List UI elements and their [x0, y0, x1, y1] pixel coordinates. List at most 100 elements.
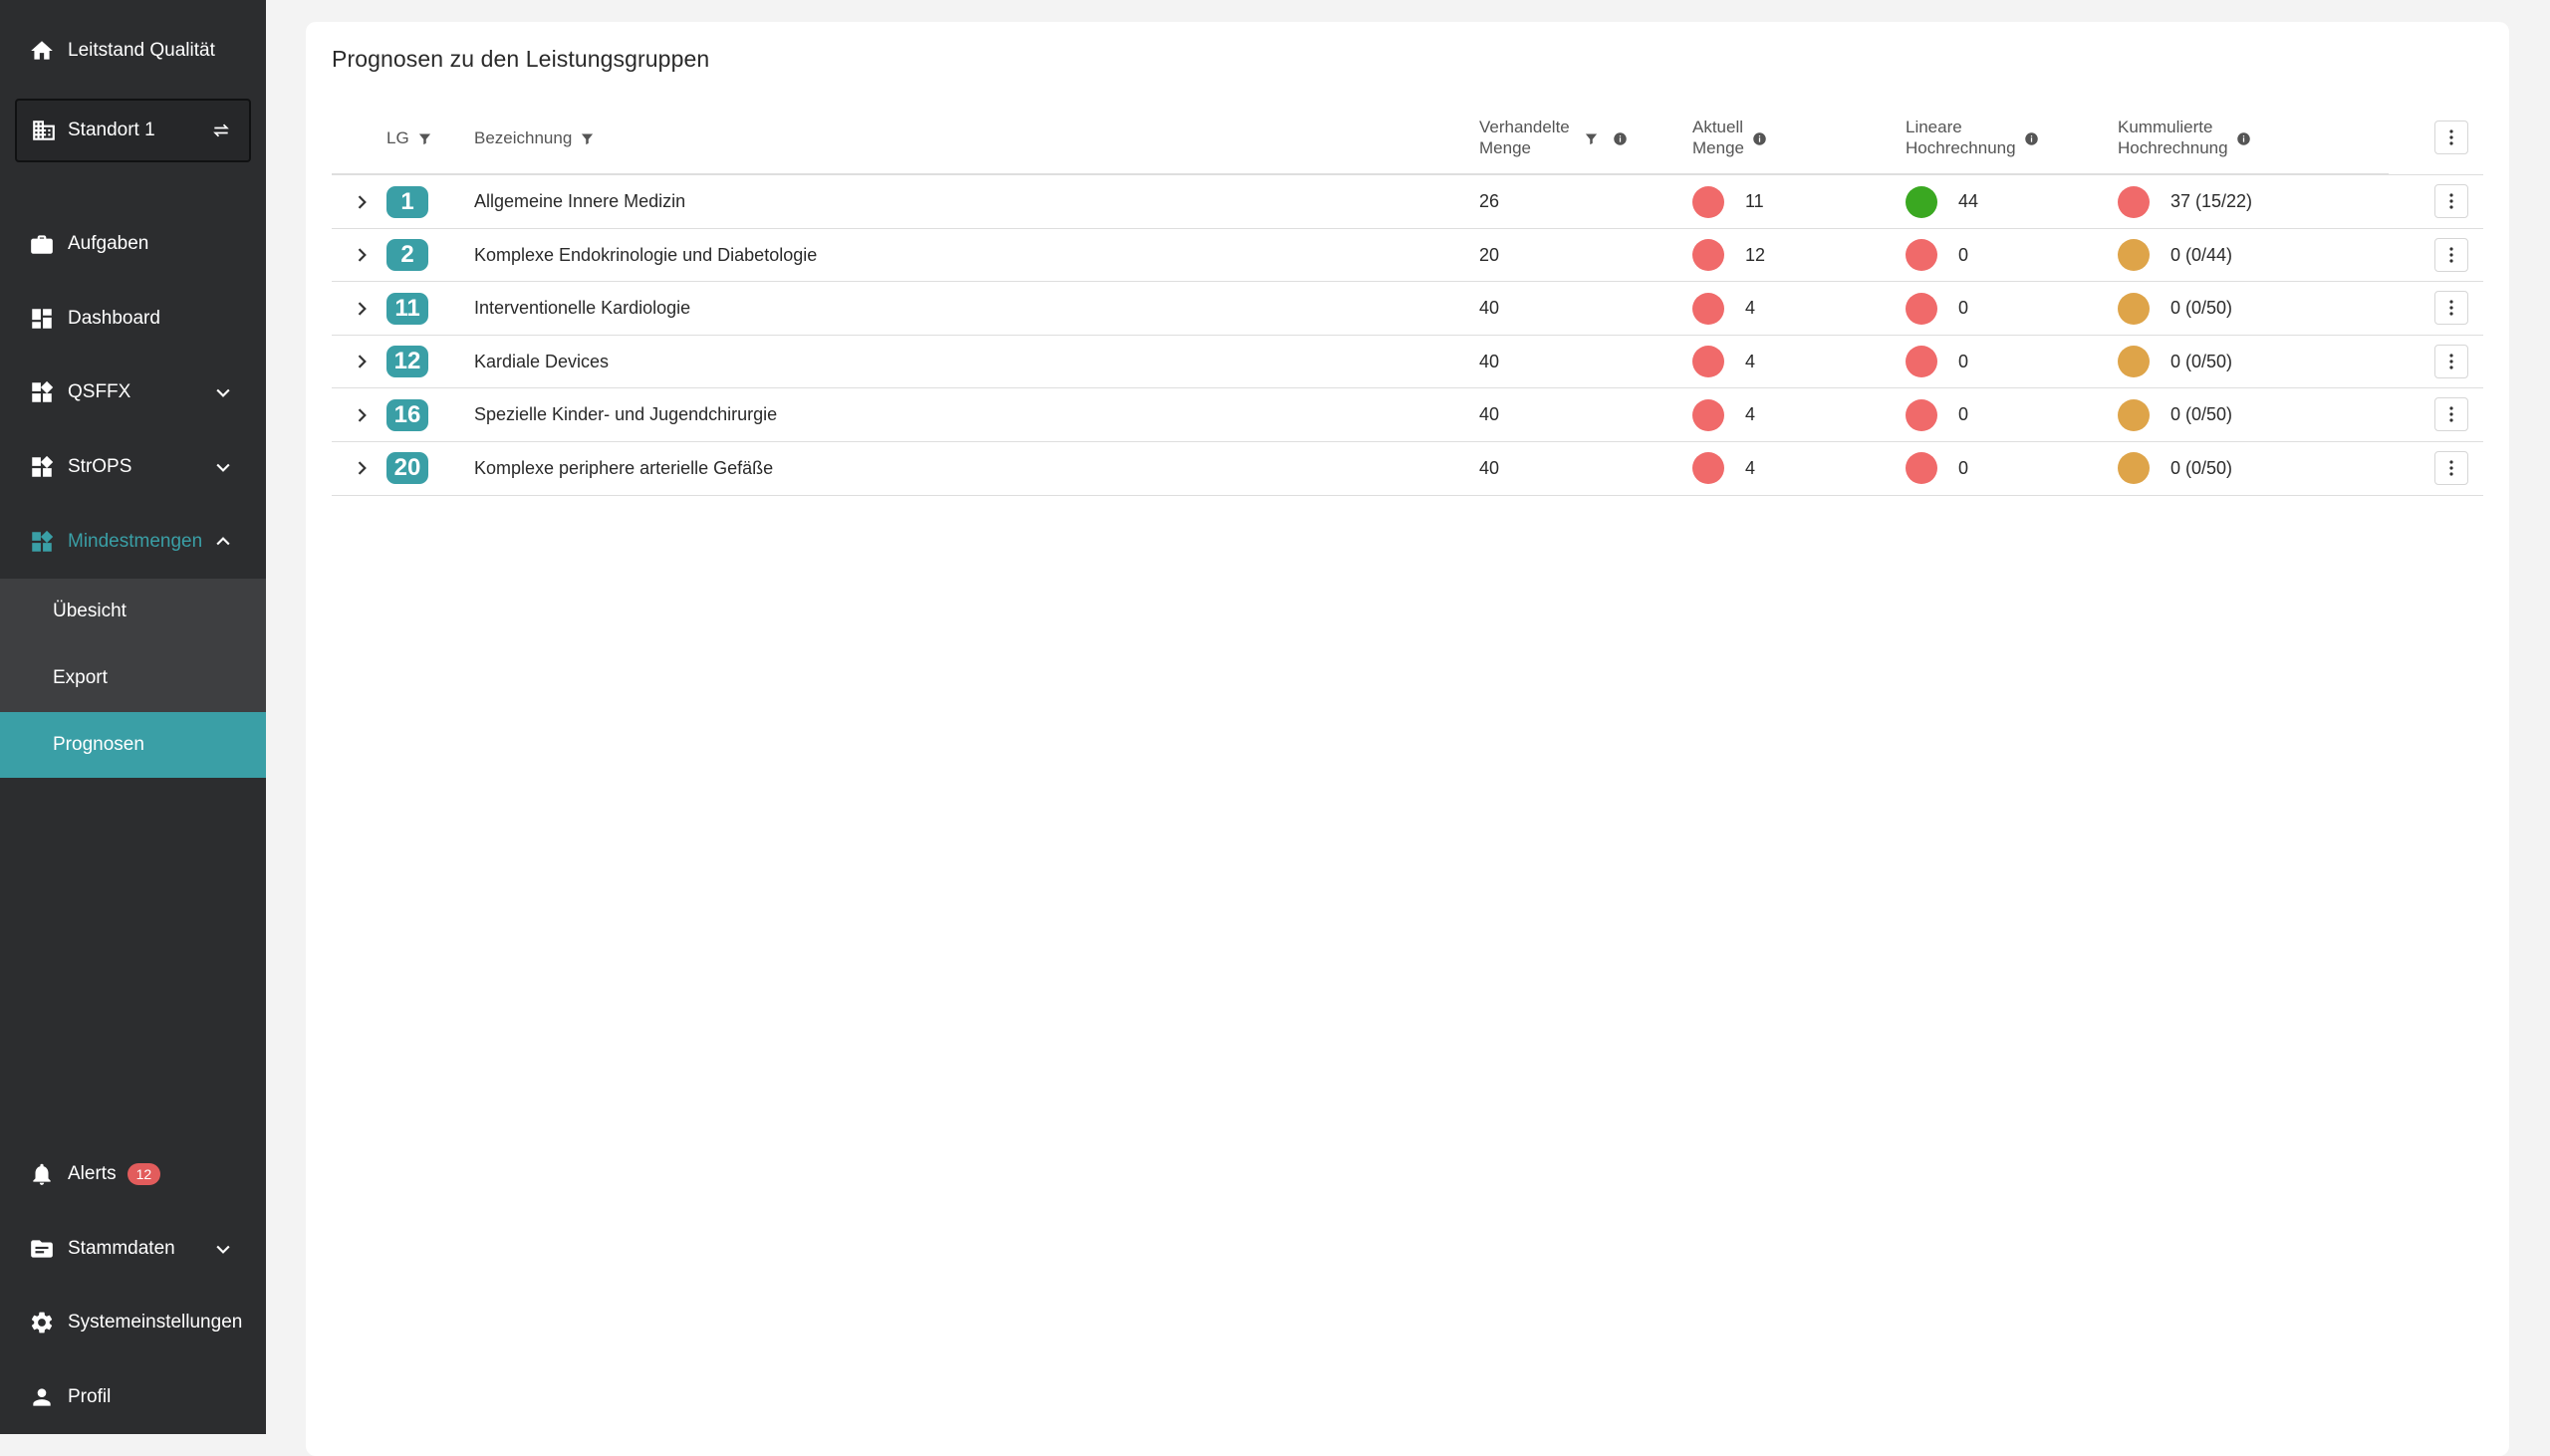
aktuell-value: 4 — [1745, 298, 1756, 318]
table-row[interactable]: 20 Komplexe periphere arterielle Gefäße … — [332, 440, 2483, 496]
linear-value: 44 — [1958, 191, 1979, 211]
kumm-value: 0 (0/50) — [2170, 457, 2233, 478]
column-header-bezeichnung[interactable]: Bezeichnung — [474, 102, 595, 173]
verhandelte-menge-cell: 20 — [1479, 244, 1500, 265]
column-label-line1: Verhandelte — [1479, 118, 1570, 136]
linear-value: 0 — [1958, 244, 1969, 265]
kumm-value: 37 (15/22) — [2170, 191, 2253, 211]
sidebar-item-profil[interactable]: Profil — [0, 1364, 266, 1430]
sidebar-item-label: StrOPS — [68, 456, 132, 477]
kummulierte-hochrechnung-cell: 0 (0/50) — [2118, 282, 2232, 335]
bezeichnung-cell: Interventionelle Kardiologie — [474, 298, 691, 318]
aktuell-value: 4 — [1745, 404, 1756, 424]
filter-icon[interactable] — [417, 130, 432, 145]
sidebar-item-alerts[interactable]: Alerts 12 — [0, 1141, 266, 1207]
sidebar-item-dashboard[interactable]: Dashboard — [0, 286, 266, 352]
sidebar-item-label: QSFFX — [68, 381, 131, 402]
row-options-button[interactable] — [2434, 184, 2468, 218]
sidebar-item-qsffx[interactable]: QSFFX — [0, 360, 266, 425]
bell-icon — [29, 1161, 55, 1187]
info-icon[interactable] — [2236, 130, 2251, 145]
column-label-line1: Kummulierte — [2118, 118, 2213, 136]
sidebar: Leitstand Qualität Standort 1 Aufgaben D… — [0, 0, 266, 1434]
linear-value: 0 — [1958, 351, 1969, 371]
filter-icon[interactable] — [580, 130, 595, 145]
aktuell-value: 4 — [1745, 457, 1756, 478]
widgets-icon — [29, 454, 55, 480]
column-header-lg[interactable]: LG — [386, 102, 432, 173]
expand-row-button[interactable] — [352, 175, 372, 228]
submenu-item-uebersicht[interactable]: Übesicht — [0, 579, 266, 644]
info-icon[interactable] — [2024, 130, 2039, 145]
expand-row-button[interactable] — [352, 336, 372, 388]
row-options-button[interactable] — [2434, 237, 2468, 272]
kummulierte-hochrechnung-cell: 0 (0/50) — [2118, 388, 2232, 441]
column-header-kummulierte-hochrechnung[interactable]: Kummulierte Hochrechnung — [2118, 102, 2251, 173]
row-options-button[interactable] — [2434, 291, 2468, 325]
column-header-aktuell-menge[interactable]: Aktuell Menge — [1692, 102, 1767, 173]
row-options-button[interactable] — [2434, 397, 2468, 431]
sidebar-item-systemeinstellungen[interactable]: Systemeinstellungen — [0, 1290, 266, 1355]
chevron-right-icon — [358, 355, 367, 368]
lineare-hochrechnung-cell: 0 — [1906, 336, 1968, 388]
column-header-verhandelte-menge[interactable]: Verhandelte Menge — [1479, 102, 1628, 173]
lg-cell: 16 — [386, 388, 428, 441]
status-dot — [1906, 239, 1937, 271]
expand-row-button[interactable] — [352, 442, 372, 495]
kumm-value: 0 (0/50) — [2170, 351, 2233, 371]
submenu-item-prognosen[interactable]: Prognosen — [0, 712, 266, 778]
submenu-item-label: Prognosen — [53, 734, 144, 755]
kummulierte-hochrechnung-cell: 0 (0/50) — [2118, 442, 2232, 495]
filter-icon[interactable] — [1584, 130, 1599, 145]
aktuell-menge-cell: 4 — [1692, 336, 1755, 388]
bezeichnung-cell: Spezielle Kinder- und Jugendchirurgie — [474, 404, 778, 424]
status-dot — [1692, 452, 1724, 484]
more-vert-icon — [2449, 406, 2453, 422]
status-dot — [2118, 185, 2150, 218]
expand-row-button[interactable] — [352, 388, 372, 441]
sidebar-item-mindestmengen[interactable]: Mindestmengen — [0, 509, 266, 575]
chevron-up-icon — [213, 532, 233, 552]
lg-badge: 20 — [386, 452, 428, 484]
table-row[interactable]: 16 Spezielle Kinder- und Jugendchirurgie… — [332, 387, 2483, 441]
sidebar-item-strops[interactable]: StrOPS — [0, 434, 266, 500]
lineare-hochrechnung-cell: 0 — [1906, 282, 1968, 335]
sidebar-item-stammdaten[interactable]: Stammdaten — [0, 1216, 266, 1282]
table-options-button[interactable] — [2434, 121, 2468, 154]
row-options-button[interactable] — [2434, 450, 2468, 485]
lg-badge: 11 — [386, 292, 428, 325]
widgets-icon — [29, 379, 55, 405]
sidebar-item-label: Mindestmengen — [68, 531, 203, 552]
location-switcher[interactable]: Standort 1 — [15, 99, 251, 162]
sidebar-item-aufgaben[interactable]: Aufgaben — [0, 211, 266, 277]
verhandelte-menge-cell: 26 — [1479, 191, 1500, 211]
status-dot — [1906, 346, 1937, 377]
info-icon[interactable] — [1752, 130, 1767, 145]
table-row[interactable]: 1 Allgemeine Innere Medizin 26 11 44 37 … — [332, 174, 2483, 228]
table-row[interactable]: 11 Interventionelle Kardiologie 40 4 0 0… — [332, 281, 2483, 335]
column-header-lineare-hochrechnung[interactable]: Lineare Hochrechnung — [1906, 102, 2039, 173]
info-icon[interactable] — [1613, 130, 1628, 145]
folder-icon — [29, 1236, 55, 1262]
chevron-right-icon — [358, 301, 367, 316]
lineare-hochrechnung-cell: 0 — [1906, 442, 1968, 495]
chevron-right-icon — [358, 461, 367, 475]
table-row[interactable]: 2 Komplexe Endokrinologie und Diabetolog… — [332, 227, 2483, 282]
expand-row-button[interactable] — [352, 229, 372, 282]
sidebar-item-label: Stammdaten — [68, 1238, 175, 1259]
row-options-button[interactable] — [2434, 344, 2468, 378]
column-label-line2: Hochrechnung — [1906, 138, 2016, 157]
bezeichnung-cell: Komplexe periphere arterielle Gefäße — [474, 457, 774, 478]
sidebar-home[interactable]: Leitstand Qualität — [0, 18, 266, 84]
expand-row-button[interactable] — [352, 282, 372, 335]
column-label: Verhandelte Menge — [1479, 117, 1570, 158]
sidebar-item-label: Dashboard — [68, 308, 160, 329]
bezeichnung-cell: Kardiale Devices — [474, 351, 610, 371]
submenu-item-export[interactable]: Export — [0, 645, 266, 711]
aktuell-menge-cell: 4 — [1692, 282, 1755, 335]
lg-cell: 2 — [386, 229, 428, 282]
status-dot — [1906, 452, 1937, 484]
page-title: Prognosen zu den Leistungsgruppen — [332, 46, 710, 72]
submenu-item-label: Übesicht — [53, 601, 127, 621]
table-row[interactable]: 12 Kardiale Devices 40 4 0 0 (0/50) — [332, 334, 2483, 388]
